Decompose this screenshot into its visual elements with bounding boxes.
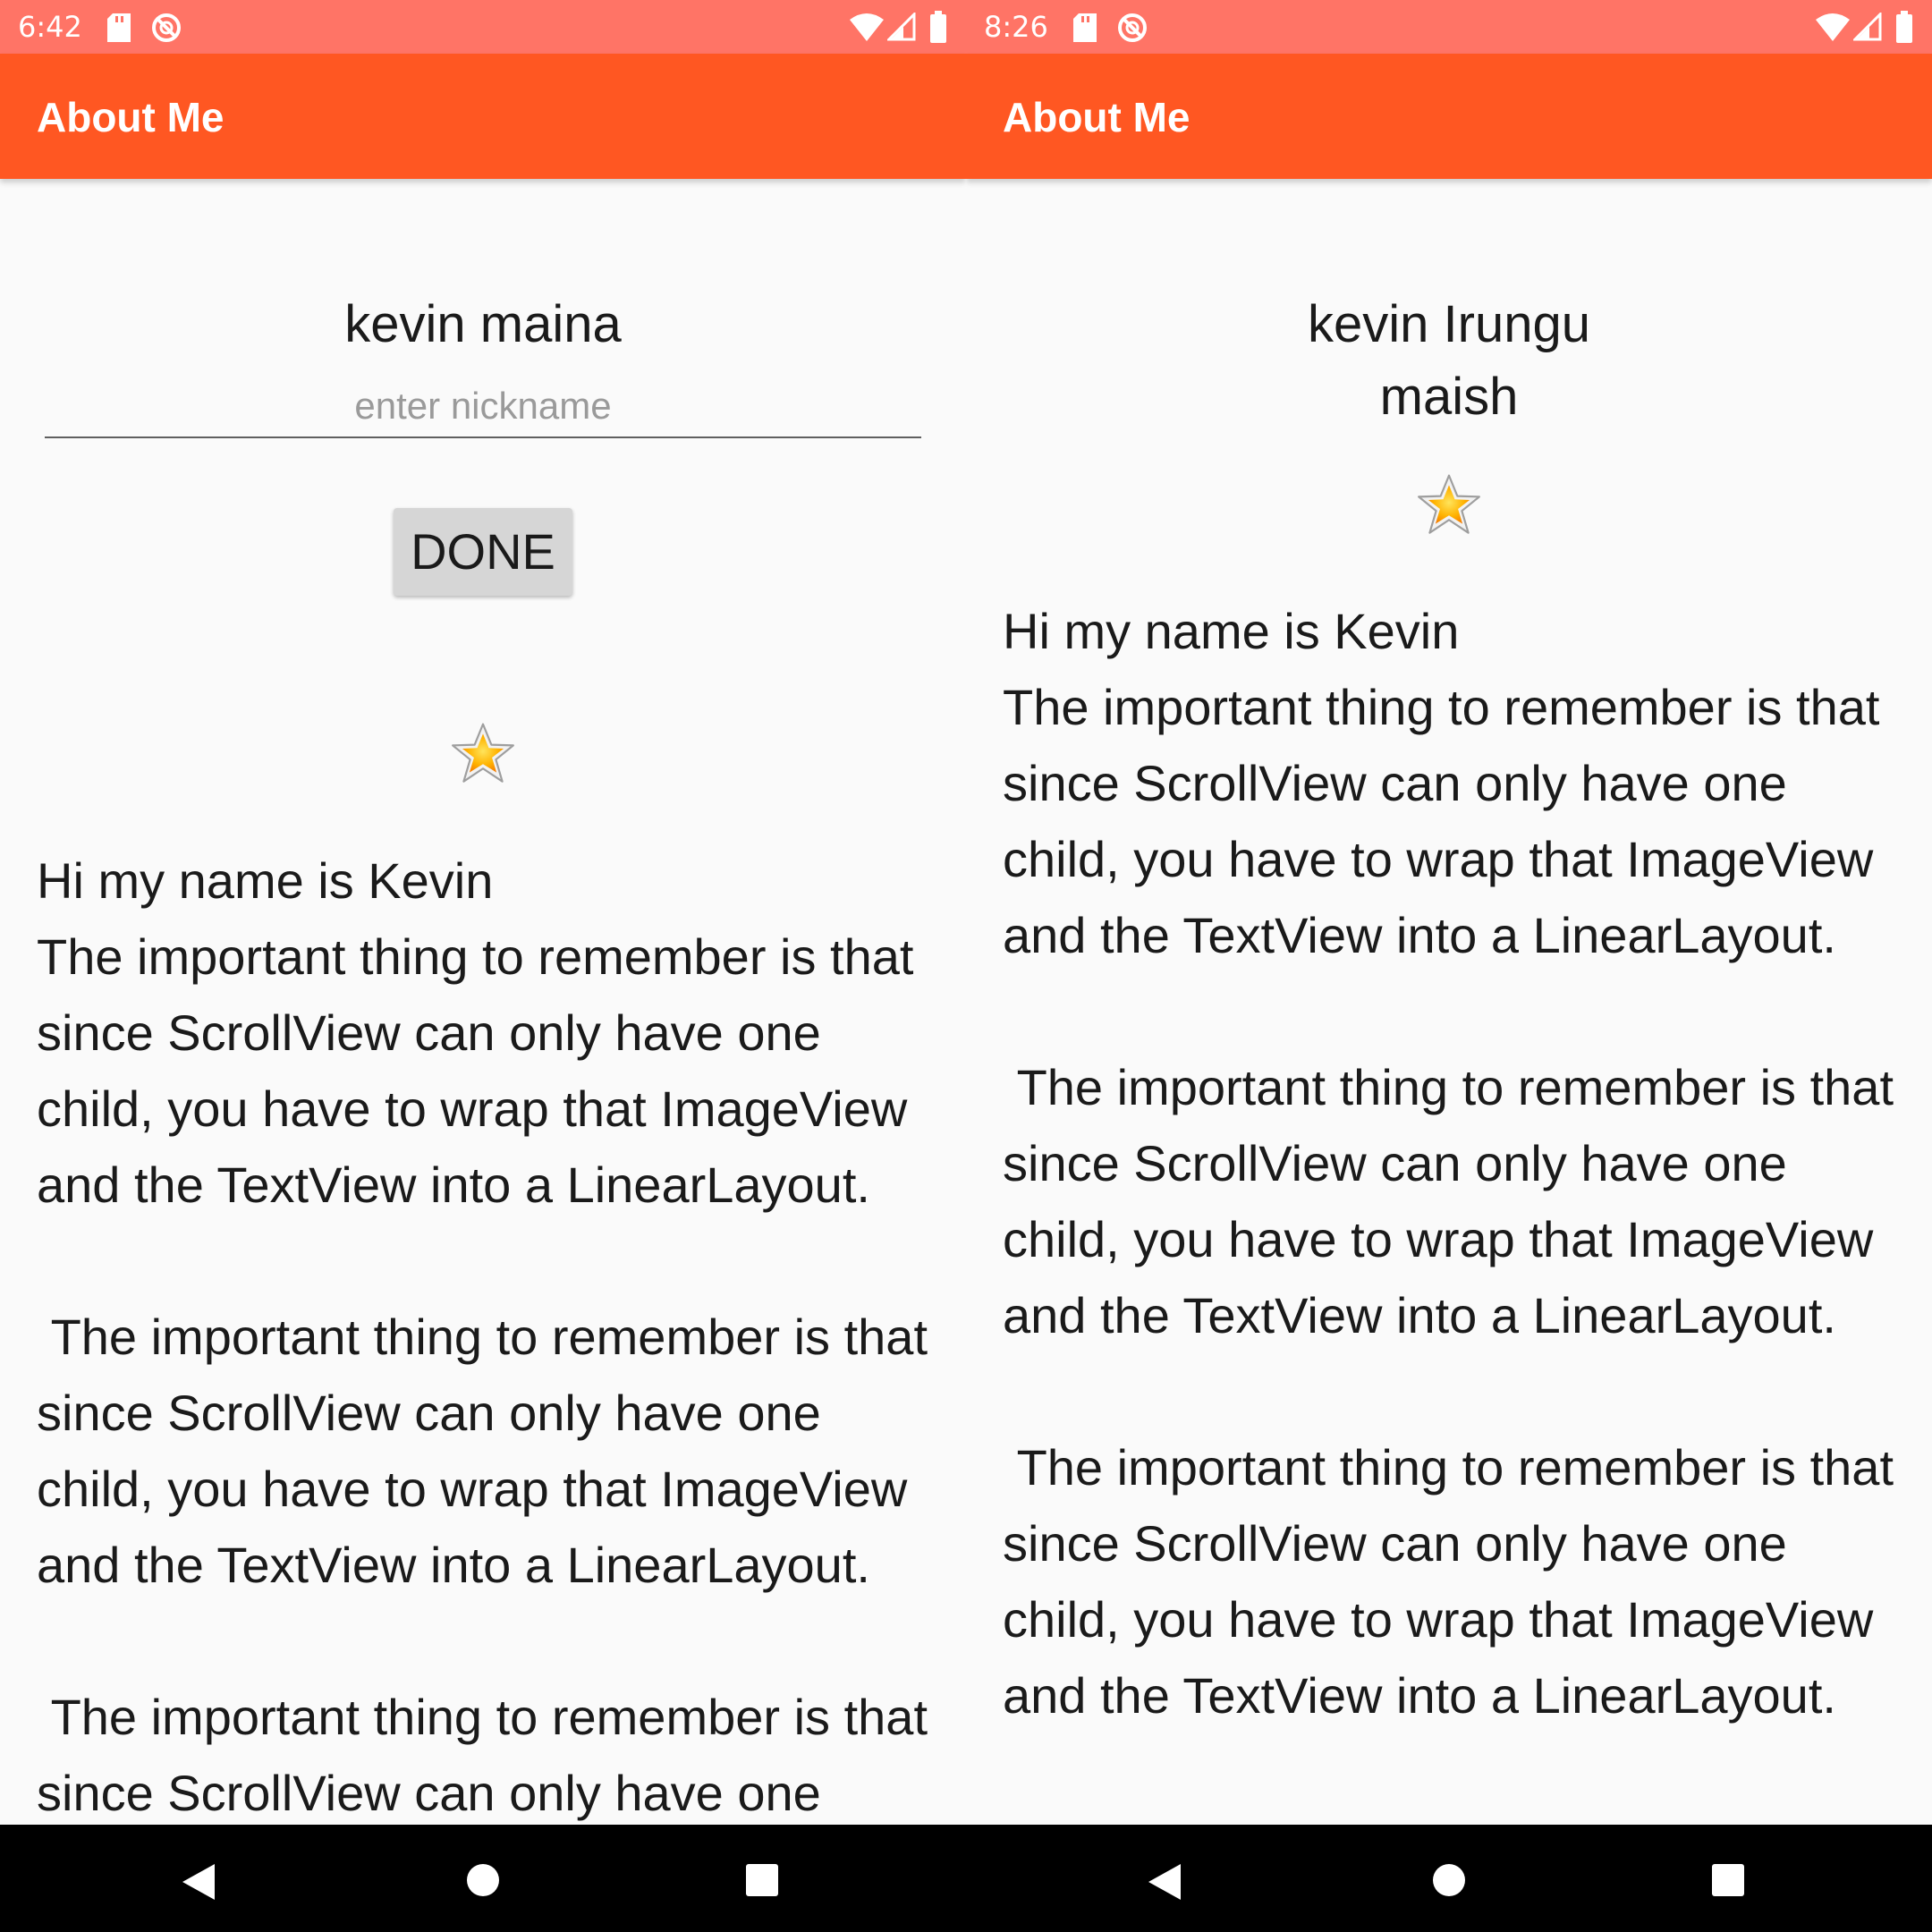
sd-card-icon [1073, 13, 1097, 42]
do-not-disturb-icon [1118, 13, 1147, 42]
signal-icon [1853, 13, 1882, 41]
wifi-icon [850, 13, 884, 41]
done-button[interactable]: DONE [394, 508, 572, 596]
app-title: About Me [37, 94, 225, 140]
right-phone-screen: 8:26 About Me kevin Irungu maish Hi my n… [966, 0, 1932, 1932]
app-bar: About Me [966, 54, 1932, 179]
status-bar: 6:42 [0, 0, 966, 54]
battery-icon [1896, 11, 1912, 43]
battery-icon [930, 11, 946, 43]
app-bar: About Me [0, 54, 966, 179]
home-icon[interactable] [467, 1864, 499, 1896]
wifi-icon [1816, 13, 1850, 41]
star-icon [452, 723, 514, 783]
back-icon[interactable] [1148, 1864, 1181, 1900]
navigation-bar [966, 1825, 1932, 1932]
screenshot-root: 6:42 About Me kevin maina enter nickname… [0, 0, 1932, 1932]
recents-icon[interactable] [1712, 1864, 1744, 1896]
star-icon [1418, 474, 1480, 534]
recents-icon[interactable] [746, 1864, 778, 1896]
status-bar: 8:26 [966, 0, 1932, 54]
bio-text: Hi my name is Kevin The important thing … [1003, 603, 1894, 1724]
signal-icon [887, 13, 916, 41]
bio-text: Hi my name is Kevin The important thing … [37, 852, 928, 1932]
nickname-input[interactable] [45, 376, 921, 438]
name-text: kevin maina [344, 295, 622, 353]
sd-card-icon [107, 13, 131, 42]
do-not-disturb-icon [152, 13, 181, 42]
status-time: 8:26 [984, 10, 1048, 44]
navigation-bar [0, 1825, 966, 1932]
home-icon[interactable] [1433, 1864, 1465, 1896]
app-title: About Me [1003, 94, 1191, 140]
status-time: 6:42 [18, 10, 82, 44]
nickname-text: maish [1379, 368, 1519, 426]
left-phone-screen: 6:42 About Me kevin maina enter nickname… [0, 0, 966, 1932]
back-icon[interactable] [182, 1864, 215, 1900]
name-text: kevin Irungu [1308, 295, 1590, 353]
